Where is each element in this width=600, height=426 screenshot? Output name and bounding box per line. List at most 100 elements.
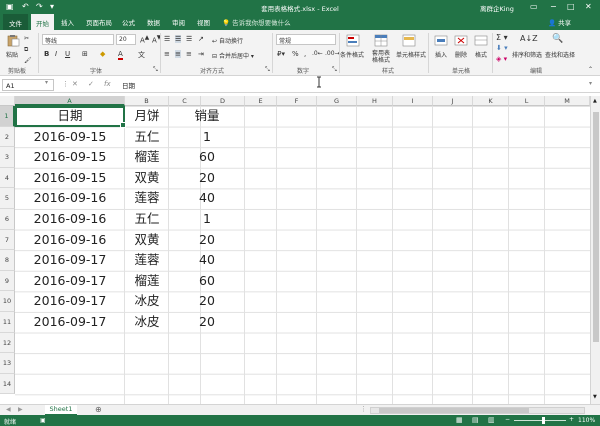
minimize-icon[interactable]: − (550, 2, 557, 11)
format-cells-button[interactable]: 格式 (475, 50, 487, 59)
zoom-slider[interactable] (514, 417, 566, 424)
format-as-table-button[interactable]: 套用表格格式 (370, 50, 392, 64)
add-sheet-icon[interactable]: ⊕ (95, 405, 102, 414)
tab-view[interactable]: 视图 (197, 17, 210, 27)
row-header-1[interactable]: 1 (0, 106, 15, 127)
cell-sales[interactable]: 20 (169, 291, 245, 312)
tab-split-icon[interactable]: ⋮ (360, 405, 367, 413)
cell-date[interactable]: 2016-09-17 (15, 312, 125, 333)
cancel-icon[interactable]: ✕ (72, 80, 78, 88)
maximize-icon[interactable]: □ (567, 2, 575, 11)
increase-font-icon[interactable]: A▲ (140, 35, 149, 44)
row-header-6[interactable]: 6 (0, 209, 15, 230)
row-header-3[interactable]: 3 (0, 147, 15, 168)
tell-me-search[interactable]: 💡 告诉我你想要做什么 (222, 17, 291, 27)
cell-date[interactable]: 2016-09-15 (15, 168, 125, 189)
delete-cells-button[interactable]: 删除 (455, 50, 467, 59)
number-format-select[interactable]: 常规 (276, 34, 336, 45)
column-header-h[interactable]: H (357, 96, 393, 106)
cut-icon[interactable]: ✂ (24, 35, 29, 42)
cell-mooncake[interactable]: 莲蓉 (125, 250, 169, 271)
font-size-select[interactable]: 20 (116, 34, 136, 45)
zoom-level[interactable]: 110% (578, 417, 595, 424)
font-name-select[interactable]: 等线 (42, 34, 114, 45)
sort-filter-button[interactable]: 排序和筛选 (512, 50, 542, 59)
row-header-7[interactable]: 7 (0, 229, 15, 251)
insert-cells-button[interactable]: 插入 (435, 50, 447, 59)
zoom-out-icon[interactable]: − (505, 416, 510, 423)
cell-mooncake[interactable]: 双黄 (125, 230, 169, 251)
format-as-table-icon[interactable] (374, 34, 388, 47)
macro-record-icon[interactable]: ▣ (40, 417, 46, 424)
column-header-d[interactable]: D (201, 96, 245, 106)
next-sheet-icon[interactable]: ▶ (18, 406, 23, 413)
ribbon-display-icon[interactable]: ▭ (530, 2, 538, 11)
font-dialog-icon[interactable]: ⤡ (153, 66, 158, 74)
column-header-g[interactable]: G (317, 96, 357, 106)
cell-mooncake[interactable]: 榴莲 (125, 271, 169, 292)
cell-sales[interactable]: 40 (169, 250, 245, 271)
enter-icon[interactable]: ✓ (88, 80, 94, 88)
tab-data[interactable]: 数据 (147, 17, 160, 27)
tab-formulas[interactable]: 公式 (122, 17, 135, 27)
page-break-view-icon[interactable]: ▥ (488, 416, 495, 424)
borders-icon[interactable]: ⊞ (82, 50, 88, 58)
cell-styles-icon[interactable] (402, 34, 416, 47)
column-header-b[interactable]: B (125, 96, 169, 106)
name-box-dropdown-icon[interactable]: ▾ (45, 79, 48, 86)
column-header-a[interactable]: A (15, 96, 125, 106)
sort-filter-icon[interactable]: A↓Z (520, 34, 538, 43)
column-header-j[interactable]: J (433, 96, 473, 106)
tab-insert[interactable]: 插入 (61, 17, 74, 27)
row-header-9[interactable]: 9 (0, 270, 15, 292)
column-header-k[interactable]: K (473, 96, 509, 106)
column-header-i[interactable]: I (393, 96, 433, 106)
cell-date[interactable]: 2016-09-17 (15, 271, 125, 292)
cell-sales[interactable]: 20 (169, 312, 245, 333)
zoom-in-icon[interactable]: + (569, 416, 574, 423)
close-icon[interactable]: ✕ (585, 2, 592, 11)
wrap-text-button[interactable]: ↩ 自动换行 (212, 36, 243, 45)
find-select-icon[interactable]: 🔍 (552, 34, 563, 44)
clear-icon[interactable]: ◈ ▾ (496, 55, 507, 63)
italic-button[interactable]: I (55, 50, 57, 58)
row-header-5[interactable]: 5 (0, 188, 15, 209)
conditional-format-button[interactable]: 条件格式 (340, 50, 364, 59)
tab-home[interactable]: 开始 (31, 14, 54, 30)
zoom-slider-thumb[interactable] (542, 417, 545, 424)
insert-function-button[interactable]: fx (104, 80, 111, 88)
share-button[interactable]: 👤 共享 (548, 17, 571, 27)
insert-cells-icon[interactable] (434, 34, 448, 47)
delete-cells-icon[interactable] (454, 34, 468, 47)
cell-date[interactable]: 2016-09-15 (15, 147, 125, 168)
tab-file[interactable]: 文件 (3, 14, 28, 30)
cell-sales[interactable]: 1 (169, 209, 245, 230)
cell-mooncake[interactable]: 莲蓉 (125, 188, 169, 209)
autosum-icon[interactable]: Σ ▾ (496, 33, 508, 42)
comma-icon[interactable]: , (304, 50, 306, 58)
format-cells-icon[interactable] (474, 34, 488, 47)
percent-icon[interactable]: % (292, 50, 299, 58)
cell-mooncake[interactable]: 榴莲 (125, 147, 169, 168)
find-select-button[interactable]: 查找和选择 (545, 50, 575, 59)
copy-icon[interactable]: ⧉ (24, 46, 28, 54)
align-center-icon[interactable]: ≡ (175, 50, 181, 58)
formula-input[interactable]: 日期 (122, 80, 135, 90)
row-header-12[interactable]: 12 (0, 332, 15, 354)
scroll-up-icon[interactable]: ▲ (593, 98, 597, 104)
number-dialog-icon[interactable]: ⤡ (332, 66, 337, 74)
paste-icon[interactable] (6, 34, 20, 47)
column-header-l[interactable]: L (509, 96, 545, 106)
font-color-icon[interactable]: A (118, 50, 123, 60)
cell-sales[interactable]: 60 (169, 147, 245, 168)
align-middle-icon[interactable]: ☰ (175, 35, 182, 43)
row-header-2[interactable]: 2 (0, 126, 15, 148)
select-all-corner[interactable] (0, 96, 15, 106)
user-name[interactable]: 离群企King (480, 3, 514, 13)
align-left-icon[interactable]: ≡ (164, 50, 170, 58)
cell-date[interactable]: 2016-09-15 (15, 127, 125, 148)
prev-sheet-icon[interactable]: ◀ (6, 406, 11, 413)
alignment-dialog-icon[interactable]: ⤡ (265, 66, 270, 74)
cell-mooncake[interactable]: 五仁 (125, 209, 169, 230)
increase-decimal-icon[interactable]: .0← (312, 50, 323, 57)
